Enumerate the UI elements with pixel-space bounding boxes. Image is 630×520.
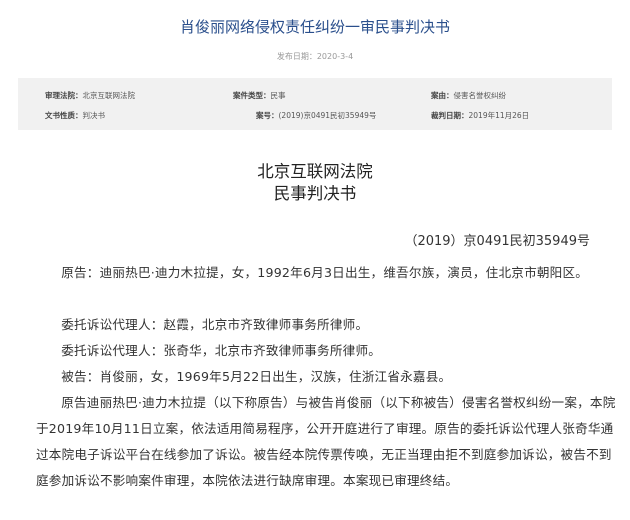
document-kind-heading: 民事判决书 [273, 184, 357, 203]
judgment-date-label: 裁判日期： [431, 111, 469, 120]
doc-type-value: 判决书 [82, 111, 106, 120]
publish-date: 发布日期：2020-3-4 [276, 52, 354, 61]
judgment-date-value: 2019年11月26日 [468, 111, 530, 120]
defendant-paragraph: 被告：肖俊丽，女，1969年5月22日出生，汉族，住浙江省永嘉县。 [61, 369, 452, 384]
court-name-heading: 北京互联网法院 [257, 162, 373, 181]
case-no-value: (2019)京0491民初35949号 [278, 111, 377, 120]
document-title: 肖俊丽网络侵权责任纠纷一审民事判决书 [179, 18, 450, 36]
cause-label: 案由： [431, 91, 454, 100]
court-info: 审理法院：北京互联网法院 [45, 90, 135, 101]
case-type-info: 案件类型：民事 [233, 90, 286, 101]
cause-info: 案由：侵害名誉权纠纷 [431, 90, 506, 101]
plaintiff-paragraph: 原告：迪丽热巴·迪力木拉提，女，1992年6月3日出生，维吾尔族，演员，住北京市… [61, 265, 589, 280]
doc-type-info: 文书性质：判决书 [45, 110, 105, 121]
case-type-value: 民事 [270, 91, 286, 100]
case-info-box: 审理法院：北京互联网法院 案件类型：民事 案由：侵害名誉权纠纷 文书性质：判决书… [18, 78, 612, 130]
case-no-info: 案号：(2019)京0491民初35949号 [256, 110, 376, 121]
agent-paragraph-1: 委托诉讼代理人：赵霞，北京市齐致律师事务所律师。 [61, 317, 369, 332]
judgment-date-info: 裁判日期：2019年11月26日 [431, 110, 529, 121]
case-type-label: 案件类型： [233, 91, 271, 100]
case-summary-paragraph: 原告迪丽热巴·迪力木拉提（以下称原告）与被告肖俊丽（以下称被告）侵害名誉权纠纷一… [36, 395, 616, 488]
doc-type-label: 文书性质： [45, 111, 83, 120]
case-no-label: 案号： [256, 111, 279, 120]
case-number: （2019）京0491民初35949号 [404, 234, 590, 249]
agent-paragraph-2: 委托诉讼代理人：张奇华，北京市齐致律师事务所律师。 [61, 343, 382, 358]
court-value: 北京互联网法院 [82, 91, 136, 100]
cause-value: 侵害名誉权纠纷 [453, 91, 507, 100]
court-label: 审理法院： [45, 91, 83, 100]
